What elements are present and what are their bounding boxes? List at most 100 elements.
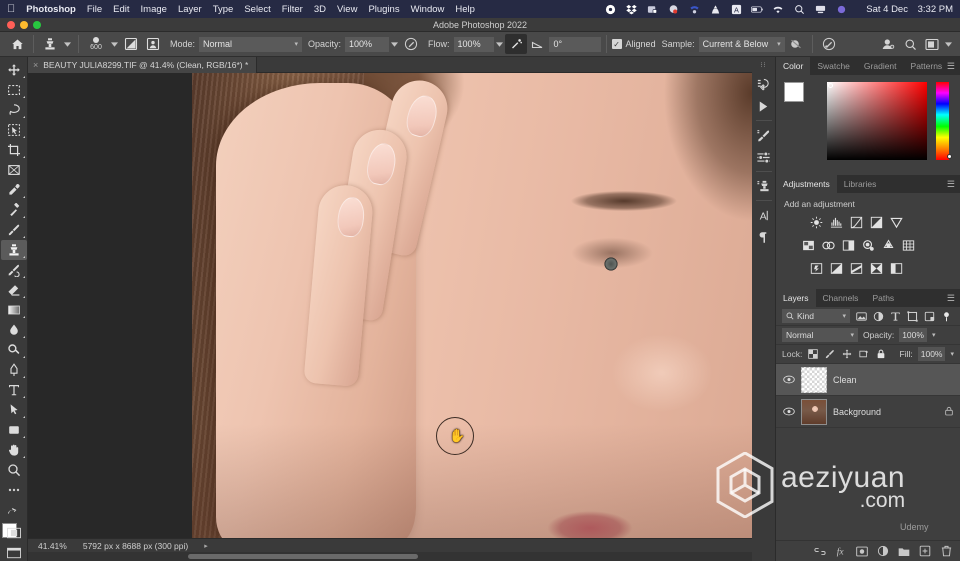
document-tab[interactable]: × BEAUTY JULIA8299.TIF @ 41.4% (Clean, R… xyxy=(28,57,257,73)
home-icon[interactable] xyxy=(6,34,28,54)
share-icon[interactable] xyxy=(877,34,899,54)
chevron-down-icon[interactable]: ▾ xyxy=(950,350,954,358)
menu-item-select[interactable]: Select xyxy=(244,4,270,15)
tool-eyedropper[interactable] xyxy=(1,180,27,200)
panel-menu-icon[interactable]: ☰ xyxy=(947,57,955,75)
panel-grip-icon[interactable]: ⁝⁝ xyxy=(760,61,766,69)
canvas-horizontal-scrollbar[interactable] xyxy=(28,552,776,561)
layer-thumbnail[interactable] xyxy=(801,399,827,425)
flow-caret-icon[interactable] xyxy=(494,34,505,54)
tab-color[interactable]: Color xyxy=(776,57,810,75)
chevron-down-icon[interactable] xyxy=(943,34,954,54)
screen-mode-icon[interactable] xyxy=(1,543,27,561)
flow-field[interactable]: 100% xyxy=(454,37,494,52)
zoom-level[interactable]: 41.41% xyxy=(38,541,67,551)
canvas-area[interactable]: ✋ xyxy=(28,73,776,544)
layer-thumbnail[interactable] xyxy=(801,367,827,393)
clone-source-panel-icon[interactable] xyxy=(142,34,164,54)
channel-mixer-icon[interactable] xyxy=(882,239,895,257)
tool-pen[interactable] xyxy=(1,360,27,380)
onedrive-icon[interactable] xyxy=(604,3,616,15)
layer-visibility-toggle[interactable] xyxy=(782,375,795,384)
tool-crop[interactable] xyxy=(1,140,27,160)
layer-row-background[interactable]: Background xyxy=(776,396,960,428)
color-lookup-icon[interactable] xyxy=(902,239,915,257)
menu-item-plugins[interactable]: Plugins xyxy=(368,4,399,15)
menu-item-filter[interactable]: Filter xyxy=(282,4,303,15)
brush-settings-panel-icon[interactable] xyxy=(753,124,775,146)
tool-path-selection[interactable] xyxy=(1,400,27,420)
tab-channels[interactable]: Channels xyxy=(816,289,866,307)
panel-menu-icon[interactable]: ☰ xyxy=(947,289,955,307)
mode-select[interactable]: Normal ▾ xyxy=(199,37,302,52)
tool-spot-healing-brush[interactable] xyxy=(1,200,27,220)
lock-all-icon[interactable] xyxy=(875,348,887,360)
tool-eraser[interactable] xyxy=(1,280,27,300)
horizontal-scroll-thumb[interactable] xyxy=(188,554,418,559)
menu-item-edit[interactable]: Edit xyxy=(113,4,129,15)
vibrance-icon[interactable] xyxy=(890,216,903,234)
properties-panel-icon[interactable] xyxy=(753,146,775,168)
invert-icon[interactable] xyxy=(810,262,823,280)
brush-preset-panel-icon[interactable] xyxy=(120,34,142,54)
angle-field[interactable]: 0° xyxy=(549,37,601,52)
control-center-icon[interactable] xyxy=(814,3,826,15)
menu-item-file[interactable]: File xyxy=(87,4,102,15)
filter-toggle-icon[interactable] xyxy=(940,310,952,322)
gradient-map-icon[interactable] xyxy=(870,262,883,280)
lock-artboard-icon[interactable] xyxy=(858,348,870,360)
panel-menu-icon[interactable]: ☰ xyxy=(947,175,955,193)
new-fill-adjustment-icon[interactable] xyxy=(877,545,889,557)
tool-clone-stamp[interactable] xyxy=(1,240,27,260)
opacity-caret-icon[interactable] xyxy=(389,34,400,54)
tab-layers[interactable]: Layers xyxy=(776,289,816,307)
tool-gradient[interactable] xyxy=(1,300,27,320)
foreground-color-swatch[interactable] xyxy=(784,82,804,102)
colorwheel-icon[interactable] xyxy=(667,3,679,15)
tool-dodge[interactable] xyxy=(1,340,27,360)
aligned-checkbox[interactable]: ✓ xyxy=(612,39,622,49)
angle-icon[interactable] xyxy=(527,34,549,54)
search-icon[interactable] xyxy=(899,34,921,54)
clone-source-panel-icon[interactable] xyxy=(753,175,775,197)
tool-rectangle[interactable] xyxy=(1,420,27,440)
link-layers-icon[interactable] xyxy=(814,545,826,557)
tab-libraries[interactable]: Libraries xyxy=(837,175,884,193)
filter-shape-icon[interactable] xyxy=(906,310,918,322)
delete-layer-icon[interactable] xyxy=(940,545,952,557)
menu-item-3d[interactable]: 3D xyxy=(314,4,326,15)
menu-item-type[interactable]: Type xyxy=(213,4,234,15)
color-picker-field[interactable] xyxy=(827,82,927,160)
tool-preset-caret-icon[interactable] xyxy=(61,34,73,54)
menu-item-window[interactable]: Window xyxy=(411,4,445,15)
black-white-icon[interactable] xyxy=(842,239,855,257)
threshold-icon[interactable] xyxy=(850,262,863,280)
tool-hand[interactable] xyxy=(1,440,27,460)
brightness-contrast-icon[interactable] xyxy=(810,216,823,234)
tool-horizontal-type[interactable] xyxy=(1,380,27,400)
new-layer-icon[interactable] xyxy=(919,545,931,557)
tool-lasso[interactable] xyxy=(1,100,27,120)
tool-zoom[interactable] xyxy=(1,460,27,480)
ignore-adjustment-layers-icon[interactable] xyxy=(785,34,807,54)
tab-swatches[interactable]: Swatche xyxy=(810,57,857,75)
image-artboard[interactable] xyxy=(192,73,762,544)
menu-clock[interactable]: Sat 4 Dec 3:32 PM xyxy=(859,4,953,15)
history-panel-icon[interactable] xyxy=(753,73,775,95)
levels-icon[interactable] xyxy=(830,216,843,234)
lock-image-icon[interactable] xyxy=(824,348,836,360)
tab-adjustments[interactable]: Adjustments xyxy=(776,175,837,193)
battery-icon[interactable] xyxy=(751,3,763,15)
new-group-icon[interactable] xyxy=(898,545,910,557)
vpn-icon[interactable] xyxy=(688,3,700,15)
tool-brush[interactable] xyxy=(1,220,27,240)
character-panel-icon[interactable]: A xyxy=(753,204,775,226)
siri-icon[interactable] xyxy=(835,3,847,15)
filter-adjustment-icon[interactable] xyxy=(872,310,884,322)
vlc-icon[interactable] xyxy=(709,3,721,15)
color-panel-swatches[interactable] xyxy=(784,82,818,112)
default-colors-swap[interactable] xyxy=(1,500,27,520)
actions-panel-icon[interactable] xyxy=(753,95,775,117)
exposure-icon[interactable] xyxy=(870,216,883,234)
pressure-size-icon[interactable] xyxy=(818,34,840,54)
